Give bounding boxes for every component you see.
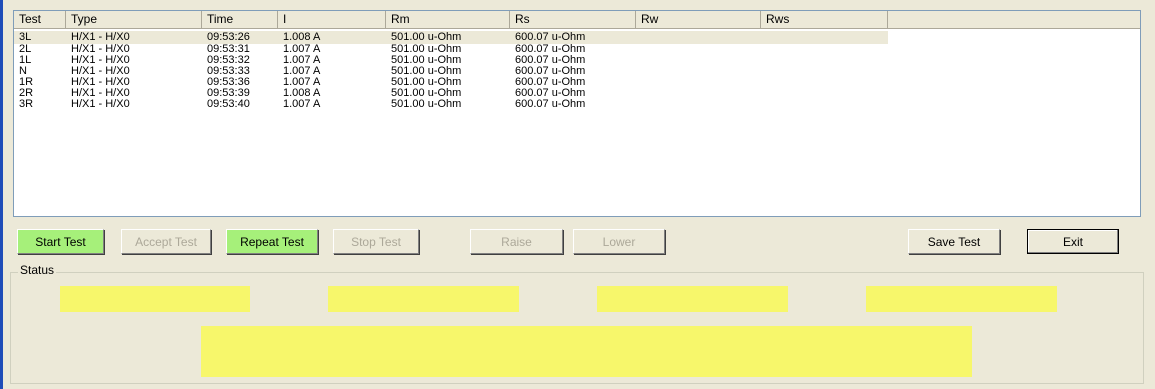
column-header-rw[interactable]: Rw: [636, 11, 761, 29]
cell-rw: [636, 88, 761, 99]
cell-i: 1.008 A: [283, 31, 321, 43]
accept-test-button[interactable]: Accept Test: [121, 229, 211, 254]
start-test-button[interactable]: Start Test: [17, 229, 104, 254]
table-body: 3L H/X1 - H/X0 09:53:26 1.008 A 501.00 u-Ohm…: [14, 29, 1140, 110]
cell-rws: [761, 31, 888, 44]
cell-rws: [761, 66, 888, 77]
cell-type: H/X1 - H/X0: [71, 77, 130, 88]
table-row[interactable]: N H/X1 - H/X0 09:53:33 1.007 A 501.00 u-Ohm 6…: [14, 66, 1140, 77]
cell-rm: 501.00 u-Ohm: [391, 88, 462, 99]
cell-test: 3R: [19, 99, 34, 110]
cell-time: 09:53:40: [207, 99, 250, 110]
cell-type: H/X1 - H/X0: [71, 44, 130, 55]
table-row[interactable]: 1R H/X1 - H/X0 09:53:36 1.007 A 501.00 u-Ohm…: [14, 77, 1140, 88]
cell-test: 1L: [19, 55, 32, 66]
cell-type: H/X1 - H/X0: [71, 66, 130, 77]
status-message-panel: [201, 326, 972, 377]
cell-rw: [636, 66, 761, 77]
table-header: Test Type Time I Rm Rs Rw Rws: [14, 11, 1140, 29]
cell-i: 1.007 A: [283, 55, 321, 66]
cell-rm: 501.00 u-Ohm: [391, 77, 462, 88]
cell-rws: [761, 99, 888, 110]
table-row[interactable]: 1L H/X1 - H/X0 09:53:32 1.007 A 501.00 u-Ohm…: [14, 55, 1140, 66]
cell-rw: [636, 44, 761, 55]
status-indicator-3: [597, 286, 788, 312]
exit-button[interactable]: Exit: [1027, 229, 1119, 254]
stop-test-button[interactable]: Stop Test: [333, 229, 419, 254]
raise-button[interactable]: Raise: [470, 229, 563, 254]
save-test-button[interactable]: Save Test: [908, 229, 1000, 254]
cell-i: 1.007 A: [283, 66, 321, 77]
cell-test: 2L: [19, 44, 32, 55]
cell-type: H/X1 - H/X0: [71, 31, 130, 43]
cell-time: 09:53:39: [207, 88, 250, 99]
cell-type: H/X1 - H/X0: [71, 55, 130, 66]
column-header-time[interactable]: Time: [202, 11, 278, 29]
lower-button[interactable]: Lower: [573, 229, 665, 254]
cell-time: 09:53:36: [207, 77, 250, 88]
cell-rws: [761, 88, 888, 99]
cell-test: 3L: [19, 31, 32, 43]
column-header-rs[interactable]: Rs: [510, 11, 636, 29]
cell-rs: 600.07 u-Ohm: [515, 55, 586, 66]
status-indicator-1: [60, 286, 250, 312]
repeat-test-button[interactable]: Repeat Test: [226, 229, 318, 254]
cell-time: 09:53:26: [207, 31, 250, 43]
status-label: Status: [18, 263, 57, 277]
cell-rm: 501.00 u-Ohm: [391, 99, 462, 110]
cell-rw: [636, 55, 761, 66]
cell-type: H/X1 - H/X0: [71, 99, 130, 110]
cell-rs: 600.07 u-Ohm: [515, 77, 586, 88]
cell-rws: [761, 77, 888, 88]
cell-rs: 600.07 u-Ohm: [515, 44, 586, 55]
column-header-i[interactable]: I: [278, 11, 386, 29]
cell-rs: 600.07 u-Ohm: [515, 66, 586, 77]
table-row[interactable]: 3R H/X1 - H/X0 09:53:40 1.007 A 501.00 u-Ohm…: [14, 99, 1140, 110]
cell-rw: [636, 99, 761, 110]
table-row[interactable]: 3L H/X1 - H/X0 09:53:26 1.008 A 501.00 u-Ohm…: [14, 31, 1140, 44]
cell-rs: 600.07 u-Ohm: [515, 88, 586, 99]
cell-time: 09:53:33: [207, 66, 250, 77]
column-header-rm[interactable]: Rm: [386, 11, 510, 29]
column-header-rws[interactable]: Rws: [761, 11, 888, 29]
results-table[interactable]: Test Type Time I Rm Rs Rw Rws 3L H/X1 - H…: [13, 10, 1141, 217]
column-header-filler: [888, 11, 1140, 29]
cell-test: 2R: [19, 88, 34, 99]
cell-rs: 600.07 u-Ohm: [515, 99, 586, 110]
cell-rw: [636, 31, 761, 44]
cell-rs: 600.07 u-Ohm: [515, 31, 586, 43]
cell-rws: [761, 44, 888, 55]
column-header-test[interactable]: Test: [14, 11, 66, 29]
table-row[interactable]: 2R H/X1 - H/X0 09:53:39 1.008 A 501.00 u-Ohm…: [14, 88, 1140, 99]
cell-i: 1.007 A: [283, 99, 321, 110]
cell-test: 1R: [19, 77, 34, 88]
status-indicator-4: [866, 286, 1057, 312]
cell-rm: 501.00 u-Ohm: [391, 44, 462, 55]
cell-test: N: [19, 66, 27, 77]
cell-i: 1.007 A: [283, 77, 321, 88]
cell-time: 09:53:31: [207, 44, 250, 55]
cell-time: 09:53:32: [207, 55, 250, 66]
table-row[interactable]: 2L H/X1 - H/X0 09:53:31 1.007 A 501.00 u-Ohm…: [14, 44, 1140, 55]
cell-type: H/X1 - H/X0: [71, 88, 130, 99]
cell-rw: [636, 77, 761, 88]
cell-i: 1.007 A: [283, 44, 321, 55]
cell-rws: [761, 55, 888, 66]
cell-i: 1.008 A: [283, 88, 321, 99]
window-left-border: [0, 0, 3, 389]
cell-rm: 501.00 u-Ohm: [391, 55, 462, 66]
status-indicator-2: [328, 286, 519, 312]
cell-rm: 501.00 u-Ohm: [391, 31, 462, 43]
column-header-type[interactable]: Type: [66, 11, 202, 29]
cell-rm: 501.00 u-Ohm: [391, 66, 462, 77]
